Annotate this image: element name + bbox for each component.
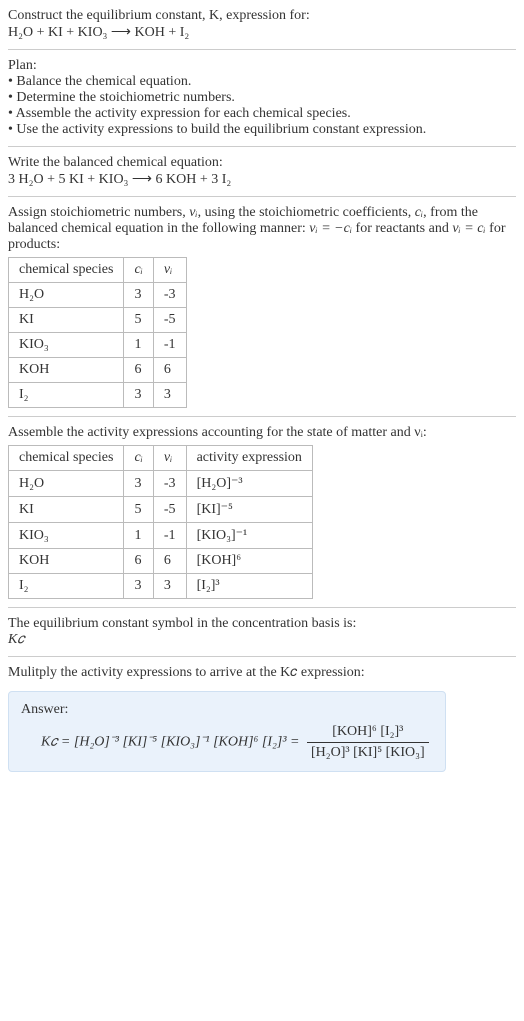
answer-denominator: [H₂O]³ [KI]⁵ [KIO₃] [307, 743, 429, 761]
cell-species: KOH [9, 358, 124, 383]
plan-heading: Plan: [8, 58, 516, 74]
balanced-equation: 3 H₂O + 5 KI + KIO₃ ⟶ 6 KOH + 3 I₂ [8, 171, 516, 188]
relation-products: νᵢ = cᵢ [452, 221, 485, 236]
cell-activity: [H₂O]⁻³ [186, 471, 312, 497]
cell-ci: 1 [124, 333, 153, 358]
cell-ci: 5 [124, 308, 153, 333]
cell-nui: -1 [153, 333, 186, 358]
cell-activity: [KI]⁻⁵ [186, 497, 312, 523]
cell-activity: [KIO₃]⁻¹ [186, 523, 312, 549]
cell-activity: [I₂]³ [186, 574, 312, 599]
balanced-heading: Write the balanced chemical equation: [8, 155, 516, 171]
table-row: H₂O 3 -3 [H₂O]⁻³ [9, 471, 313, 497]
stoich-text-part: Assign stoichiometric numbers, [8, 205, 189, 220]
table-row: KIO₃ 1 -1 [KIO₃]⁻¹ [9, 523, 313, 549]
table-header-row: chemical species cᵢ νᵢ activity expressi… [9, 446, 313, 471]
cell-species: KI [9, 497, 124, 523]
plan-item: • Determine the stoichiometric numbers. [8, 90, 516, 106]
activity-heading: Assemble the activity expressions accoun… [8, 425, 516, 441]
cell-species: I₂ [9, 574, 124, 599]
cell-species: KIO₃ [9, 523, 124, 549]
answer-lhs: K𝑐 = [H₂O]⁻³ [KI]⁻⁵ [KIO₃]⁻¹ [KOH]⁶ [I₂]… [41, 735, 303, 750]
answer-fraction: [KOH]⁶ [I₂]³ [H₂O]³ [KI]⁵ [KIO₃] [307, 724, 429, 761]
multiply-heading: Mulitply the activity expressions to arr… [8, 665, 516, 681]
multiply-section: Mulitply the activity expressions to arr… [8, 665, 516, 681]
activity-table: chemical species cᵢ νᵢ activity expressi… [8, 445, 313, 599]
col-species: chemical species [9, 258, 124, 283]
col-nui: νᵢ [153, 258, 186, 283]
cell-species: KI [9, 308, 124, 333]
stoich-table: chemical species cᵢ νᵢ H₂O 3 -3 KI 5 -5 … [8, 257, 187, 408]
answer-numerator: [KOH]⁶ [I₂]³ [307, 724, 429, 743]
nu-symbol: νᵢ [189, 205, 197, 220]
stoich-section: Assign stoichiometric numbers, νᵢ, using… [8, 205, 516, 408]
c-symbol: cᵢ [415, 205, 423, 220]
table-header-row: chemical species cᵢ νᵢ [9, 258, 187, 283]
cell-ci: 3 [124, 574, 153, 599]
plan-item: • Balance the chemical equation. [8, 74, 516, 90]
cell-ci: 3 [124, 283, 153, 308]
divider [8, 607, 516, 608]
cell-species: KIO₃ [9, 333, 124, 358]
problem-statement: Construct the equilibrium constant, K, e… [8, 8, 516, 41]
cell-ci: 5 [124, 497, 153, 523]
cell-nui: -3 [153, 283, 186, 308]
table-row: KOH 6 6 [9, 358, 187, 383]
stoich-text-part: , using the stoichiometric coefficients, [198, 205, 415, 220]
col-nui: νᵢ [153, 446, 186, 471]
cell-nui: 3 [153, 383, 186, 408]
kc-symbol: K𝑐 [8, 632, 516, 648]
divider [8, 416, 516, 417]
table-row: I₂ 3 3 [I₂]³ [9, 574, 313, 599]
cell-species: H₂O [9, 471, 124, 497]
cell-ci: 3 [124, 383, 153, 408]
table-row: H₂O 3 -3 [9, 283, 187, 308]
cell-nui: -5 [153, 308, 186, 333]
col-ci: cᵢ [124, 446, 153, 471]
stoich-text-part: for reactants and [352, 221, 452, 236]
table-row: KIO₃ 1 -1 [9, 333, 187, 358]
cell-ci: 6 [124, 358, 153, 383]
answer-box: Answer: K𝑐 = [H₂O]⁻³ [KI]⁻⁵ [KIO₃]⁻¹ [KO… [8, 691, 446, 772]
relation-reactants: νᵢ = −cᵢ [309, 221, 352, 236]
cell-nui: 3 [153, 574, 186, 599]
title-line: Construct the equilibrium constant, K, e… [8, 8, 516, 24]
cell-nui: 6 [153, 358, 186, 383]
col-species: chemical species [9, 446, 124, 471]
table-row: KI 5 -5 [KI]⁻⁵ [9, 497, 313, 523]
divider [8, 196, 516, 197]
activity-section: Assemble the activity expressions accoun… [8, 425, 516, 599]
table-row: I₂ 3 3 [9, 383, 187, 408]
stoich-text: Assign stoichiometric numbers, νᵢ, using… [8, 205, 516, 253]
cell-ci: 3 [124, 471, 153, 497]
table-row: KOH 6 6 [KOH]⁶ [9, 549, 313, 574]
cell-nui: -3 [153, 471, 186, 497]
divider [8, 146, 516, 147]
cell-species: H₂O [9, 283, 124, 308]
plan-item: • Assemble the activity expression for e… [8, 106, 516, 122]
col-ci: cᵢ [124, 258, 153, 283]
table-row: KI 5 -5 [9, 308, 187, 333]
col-activity: activity expression [186, 446, 312, 471]
symbol-heading: The equilibrium constant symbol in the c… [8, 616, 516, 632]
cell-species: KOH [9, 549, 124, 574]
answer-expression: K𝑐 = [H₂O]⁻³ [KI]⁻⁵ [KIO₃]⁻¹ [KOH]⁶ [I₂]… [21, 724, 433, 761]
divider [8, 656, 516, 657]
cell-nui: -5 [153, 497, 186, 523]
cell-species: I₂ [9, 383, 124, 408]
plan-section: Plan: • Balance the chemical equation. •… [8, 58, 516, 138]
cell-nui: -1 [153, 523, 186, 549]
cell-nui: 6 [153, 549, 186, 574]
balanced-section: Write the balanced chemical equation: 3 … [8, 155, 516, 188]
cell-ci: 6 [124, 549, 153, 574]
title-equation: H₂O + KI + KIO₃ ⟶ KOH + I₂ [8, 24, 516, 41]
divider [8, 49, 516, 50]
cell-activity: [KOH]⁶ [186, 549, 312, 574]
cell-ci: 1 [124, 523, 153, 549]
title-text: Construct the equilibrium constant, K, e… [8, 8, 310, 23]
plan-item: • Use the activity expressions to build … [8, 122, 516, 138]
answer-label: Answer: [21, 702, 433, 718]
symbol-section: The equilibrium constant symbol in the c… [8, 616, 516, 648]
